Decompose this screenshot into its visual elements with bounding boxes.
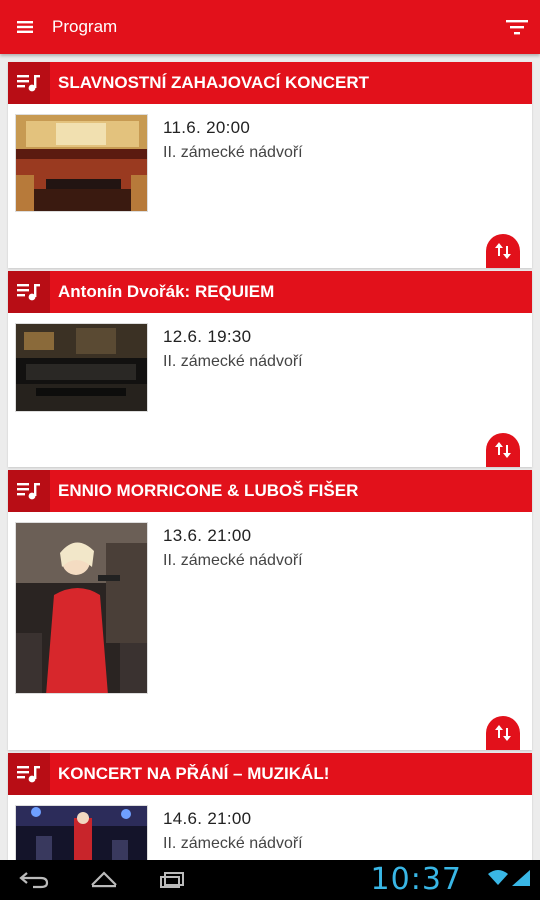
- event-photo: [15, 805, 148, 860]
- event-datetime: 11.6. 20:00: [163, 118, 251, 137]
- playlist-icon: [8, 271, 50, 313]
- sort-icon[interactable]: [486, 716, 520, 750]
- event-venue: II. zámecké nádvoří: [163, 835, 303, 852]
- event-card[interactable]: ENNIO MORRICONE & LUBOŠ FIŠER 13.6. 21:0…: [8, 470, 532, 750]
- page-title: Program: [52, 17, 118, 36]
- sort-icon[interactable]: [486, 234, 520, 268]
- event-card-header: ENNIO MORRICONE & LUBOŠ FIŠER: [8, 470, 532, 512]
- event-title: SLAVNOSTNÍ ZAHAJOVACÍ KONCERT: [58, 73, 370, 92]
- event-datetime: 12.6. 19:30: [163, 327, 252, 346]
- status-clock: 10:37: [370, 862, 462, 897]
- status-icons: [488, 870, 530, 891]
- event-card-header: Antonín Dvořák: REQUIEM: [8, 271, 532, 313]
- menu-icon[interactable]: [10, 12, 40, 42]
- home-icon[interactable]: [84, 865, 124, 895]
- back-icon[interactable]: [14, 865, 54, 895]
- event-photo: [15, 323, 148, 412]
- system-navigation-bar: 10:37: [0, 860, 540, 900]
- recent-apps-icon[interactable]: [154, 865, 194, 895]
- event-venue: II. zámecké nádvoří: [163, 353, 303, 370]
- event-title: Antonín Dvořák: REQUIEM: [58, 282, 275, 301]
- event-card[interactable]: KONCERT NA PŘÁNÍ – MUZIKÁL! 14.6. 21:00 …: [8, 753, 532, 860]
- playlist-icon: [8, 62, 50, 104]
- wifi-icon: [488, 870, 508, 891]
- event-title: ENNIO MORRICONE & LUBOŠ FIŠER: [58, 481, 359, 500]
- event-title: KONCERT NA PŘÁNÍ – MUZIKÁL!: [58, 764, 330, 783]
- event-card[interactable]: SLAVNOSTNÍ ZAHAJOVACÍ KONCERT 11.6. 20:0…: [8, 62, 532, 268]
- signal-icon: [512, 870, 530, 891]
- playlist-icon: [8, 753, 50, 795]
- event-photo: [15, 114, 148, 212]
- filter-icon[interactable]: [502, 12, 532, 42]
- app-bar: Program: [0, 0, 540, 54]
- event-card[interactable]: Antonín Dvořák: REQUIEM 12.6. 19:30 II. …: [8, 271, 532, 467]
- event-card-header: SLAVNOSTNÍ ZAHAJOVACÍ KONCERT: [8, 62, 532, 104]
- event-photo: [15, 522, 148, 694]
- playlist-icon: [8, 470, 50, 512]
- event-datetime: 14.6. 21:00: [163, 809, 252, 828]
- event-venue: II. zámecké nádvoří: [163, 552, 303, 569]
- event-list[interactable]: SLAVNOSTNÍ ZAHAJOVACÍ KONCERT 11.6. 20:0…: [0, 54, 540, 860]
- event-venue: II. zámecké nádvoří: [163, 144, 303, 161]
- sort-icon[interactable]: [486, 433, 520, 467]
- event-datetime: 13.6. 21:00: [163, 526, 252, 545]
- event-card-header: KONCERT NA PŘÁNÍ – MUZIKÁL!: [8, 753, 532, 795]
